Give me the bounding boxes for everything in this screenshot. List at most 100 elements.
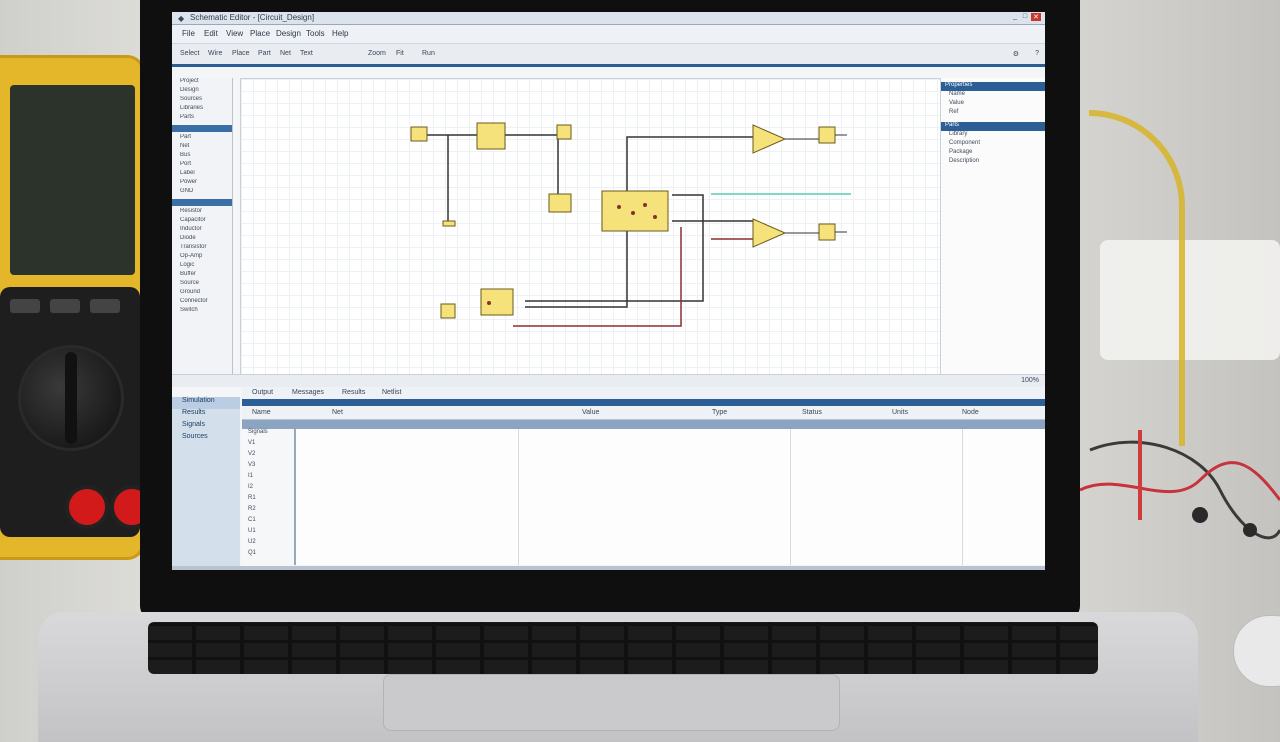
panel-item[interactable]: Net	[172, 143, 232, 152]
property-item[interactable]: Ref	[941, 109, 1045, 118]
library-item[interactable]: Capacitor	[172, 217, 232, 226]
part-item[interactable]: Library	[941, 131, 1045, 140]
property-item[interactable]: Value	[941, 100, 1045, 109]
column-header[interactable]: Name	[252, 409, 271, 416]
nav-item[interactable]: Simulation	[172, 397, 240, 409]
panel-item[interactable]: Port	[172, 161, 232, 170]
results-table[interactable]	[296, 429, 1045, 565]
table-header: Name Net Value Type Status Units Node	[242, 407, 1045, 420]
window-title: Schematic Editor - [Circuit_Design]	[190, 13, 315, 22]
library-item[interactable]: Connector	[172, 298, 232, 307]
close-button[interactable]: ✕	[1031, 13, 1041, 21]
menu-tools[interactable]: Tools	[306, 29, 325, 38]
tree-item[interactable]: I1	[242, 473, 294, 484]
tree-item[interactable]: U1	[242, 528, 294, 539]
tab-results[interactable]: Results	[342, 389, 365, 396]
toolbar-zoom[interactable]: Zoom	[368, 50, 386, 57]
tree-item[interactable]: V3	[242, 462, 294, 473]
help-icon[interactable]: ?	[1035, 50, 1039, 57]
tree-item[interactable]: V2	[242, 451, 294, 462]
toolbar-select[interactable]: Select	[180, 50, 199, 57]
panel-item[interactable]: GND	[172, 188, 232, 197]
toolbar-net[interactable]: Net	[280, 50, 291, 57]
tree-item[interactable]: I2	[242, 484, 294, 495]
panel-item[interactable]: Part	[172, 134, 232, 143]
settings-icon[interactable]: ⚙	[1013, 50, 1019, 58]
tree-item[interactable]: C1	[242, 517, 294, 528]
library-item[interactable]: Diode	[172, 235, 232, 244]
yellow-cable	[1089, 110, 1185, 446]
library-item[interactable]: Transistor	[172, 244, 232, 253]
library-item[interactable]: Inductor	[172, 226, 232, 235]
column-divider	[790, 429, 791, 565]
tree-item[interactable]: Signals	[242, 429, 294, 440]
properties-header: Properties	[941, 82, 1045, 91]
multimeter-display	[10, 85, 135, 275]
keyboard	[148, 622, 1098, 674]
tab-netlist[interactable]: Netlist	[382, 389, 401, 396]
menu-place[interactable]: Place	[250, 29, 270, 38]
nav-item[interactable]: Sources	[172, 433, 240, 445]
multimeter	[0, 55, 154, 560]
nav-item[interactable]: Results	[172, 409, 240, 421]
library-item[interactable]: Source	[172, 280, 232, 289]
tree-item[interactable]: Q1	[242, 550, 294, 561]
part-item[interactable]: Component	[941, 140, 1045, 149]
menu-file[interactable]: File	[182, 29, 195, 38]
library-item[interactable]: Buffer	[172, 271, 232, 280]
tree-item[interactable]: U2	[242, 539, 294, 550]
library-item[interactable]: Switch	[172, 307, 232, 316]
signal-tree: Signals V1 V2 V3 I1 I2 R1 R2 C1 U1 U2 Q1	[242, 429, 296, 565]
multimeter-button	[50, 299, 80, 313]
library-item[interactable]: Resistor	[172, 208, 232, 217]
toolbar-place[interactable]: Place	[232, 50, 250, 57]
nav-item[interactable]: Signals	[172, 421, 240, 433]
tab-messages[interactable]: Messages	[292, 389, 324, 396]
tree-item[interactable]: R2	[242, 506, 294, 517]
menu-edit[interactable]: Edit	[204, 29, 218, 38]
menu-design[interactable]: Design	[276, 29, 301, 38]
title-bar: ◆ Schematic Editor - [Circuit_Design] _ …	[172, 12, 1045, 25]
column-header[interactable]: Units	[892, 409, 908, 416]
multimeter-dial	[18, 345, 124, 451]
column-header[interactable]: Net	[332, 409, 343, 416]
toolbar-fit[interactable]: Fit	[396, 50, 404, 57]
tree-item[interactable]: V1	[242, 440, 294, 451]
panel-divider	[172, 199, 232, 206]
tree-item[interactable]: R1	[242, 495, 294, 506]
library-item[interactable]: Ground	[172, 289, 232, 298]
panel-item[interactable]: Design	[172, 87, 232, 96]
library-item[interactable]: Logic	[172, 262, 232, 271]
panel-item[interactable]: Sources	[172, 96, 232, 105]
app-icon: ◆	[178, 14, 185, 23]
multimeter-jack	[65, 485, 109, 529]
column-header[interactable]: Status	[802, 409, 822, 416]
toolbar-text[interactable]: Text	[300, 50, 313, 57]
toolbar-run[interactable]: Run	[422, 50, 435, 57]
part-item[interactable]: Package	[941, 149, 1045, 158]
maximize-button[interactable]: □	[1021, 13, 1029, 21]
panel-item[interactable]: Project	[172, 78, 232, 87]
minimize-button[interactable]: _	[1011, 13, 1019, 21]
panel-item[interactable]: Bus	[172, 152, 232, 161]
column-header[interactable]: Node	[962, 409, 979, 416]
panel-item[interactable]: Label	[172, 170, 232, 179]
toolbar-part[interactable]: Part	[258, 50, 271, 57]
column-header[interactable]: Value	[582, 409, 599, 416]
part-item[interactable]: Description	[941, 158, 1045, 167]
menu-view[interactable]: View	[226, 29, 243, 38]
toolbar-wire[interactable]: Wire	[208, 50, 222, 57]
table-subheader	[242, 420, 1045, 429]
library-item[interactable]: Op-Amp	[172, 253, 232, 262]
panel-item[interactable]: Parts	[172, 114, 232, 123]
tab-output[interactable]: Output	[252, 389, 273, 396]
app-window: ◆ Schematic Editor - [Circuit_Design] _ …	[172, 12, 1045, 570]
schematic-canvas[interactable]	[240, 78, 942, 376]
panel-item[interactable]: Power	[172, 179, 232, 188]
panel-item[interactable]: Libraries	[172, 105, 232, 114]
menu-help[interactable]: Help	[332, 29, 348, 38]
property-item[interactable]: Name	[941, 91, 1045, 100]
menu-bar: File Edit View Place Design Tools Help	[172, 25, 1045, 44]
column-header[interactable]: Type	[712, 409, 727, 416]
zoom-level[interactable]: 100%	[1021, 377, 1039, 384]
